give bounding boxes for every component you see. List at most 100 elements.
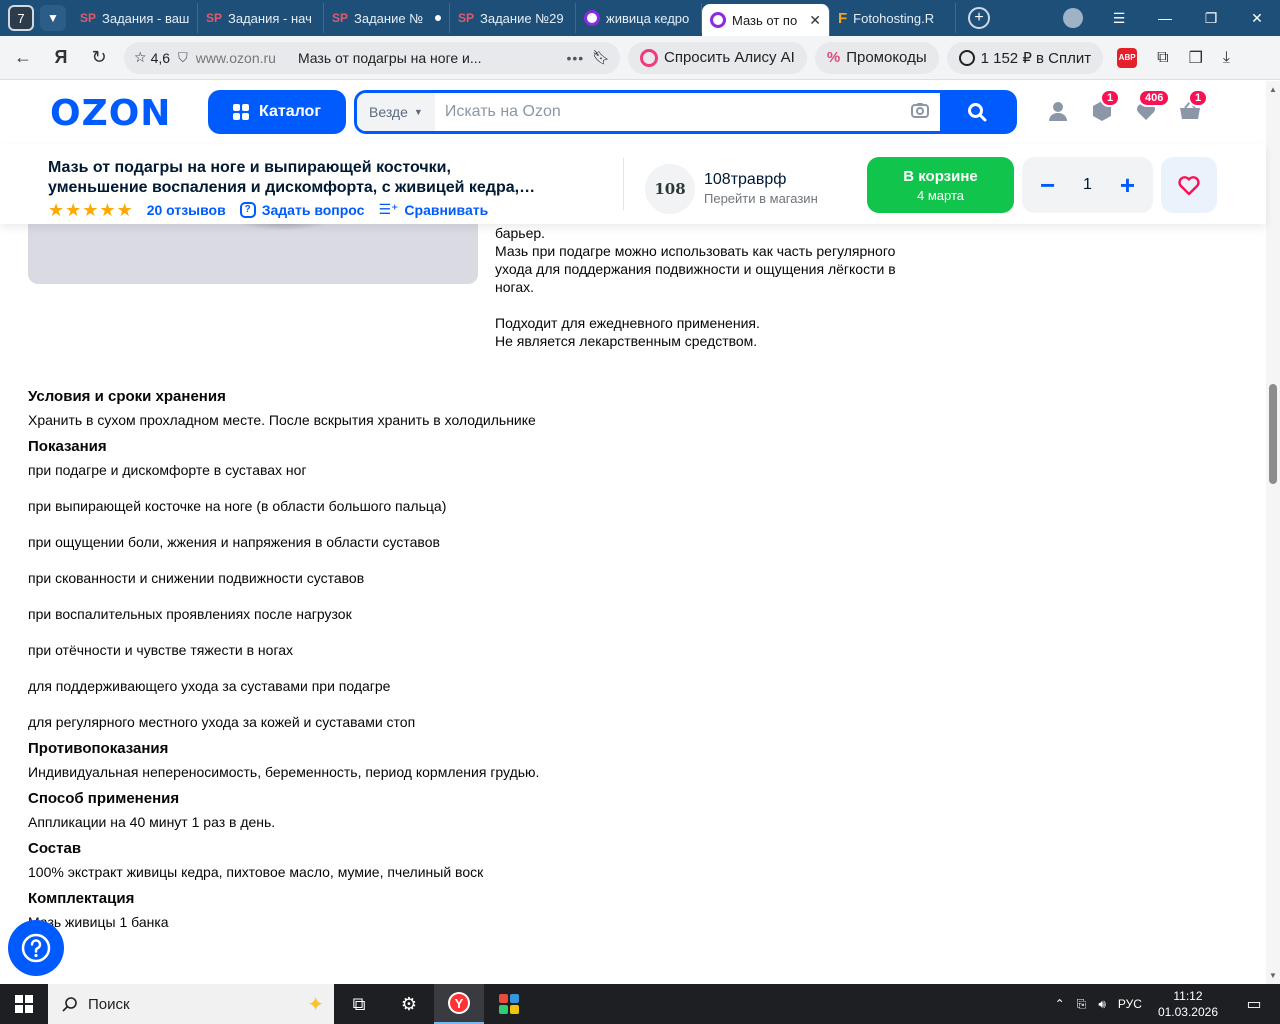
taskbar-search[interactable]: Поиск ✦ [48, 984, 334, 1024]
product-title: Мазь от подагры на ноге и выпирающей кос… [48, 159, 536, 196]
favorites-badge: 406 [1138, 89, 1171, 107]
profile-avatar-icon[interactable] [1063, 8, 1083, 28]
quantity-value: 1 [1083, 176, 1092, 193]
new-tab-plus-icon[interactable]: + [968, 7, 990, 29]
security-shield-icon[interactable]: ⛉ [178, 50, 188, 66]
close-tab-icon[interactable]: ✕ [809, 12, 821, 29]
scroll-down-arrow-icon[interactable]: ▼ [1269, 971, 1277, 980]
list-item: при выпирающей косточке на ноге (в облас… [28, 498, 447, 514]
sparkle-icon: ✦ [307, 994, 324, 1016]
tab-title: Задание № [354, 10, 424, 26]
promo-codes-button[interactable]: % Промокоды [814, 41, 939, 74]
yandex-logo-icon[interactable]: Я [46, 47, 76, 68]
app-grid-icon[interactable] [484, 984, 534, 1024]
site-rating[interactable]: ☆ 4,6 [134, 49, 170, 66]
more-dots-icon[interactable]: ••• [567, 50, 585, 66]
profile-icon[interactable] [1046, 99, 1070, 123]
list-item: для поддерживающего ухода за суставами п… [28, 678, 391, 694]
extensions-puzzle-icon[interactable]: ⧉ [1157, 49, 1168, 67]
question-bubble-icon: ? [239, 201, 256, 218]
minimize-icon[interactable]: — [1142, 10, 1188, 26]
reviews-link[interactable]: 20 отзывов [147, 202, 226, 218]
storage-text: Хранить в сухом прохладном месте. После … [28, 412, 536, 428]
task-view-icon[interactable]: ⧉ [334, 984, 384, 1024]
restore-icon[interactable]: ❐ [1188, 10, 1234, 27]
back-arrow-icon[interactable]: ← [8, 47, 38, 68]
storage-heading: Условия и сроки хранения [28, 388, 226, 405]
in-cart-button[interactable]: В корзине 4 марта [867, 157, 1014, 213]
tab-list-chevron-icon[interactable]: ▼ [40, 5, 66, 31]
grid-icon [233, 104, 249, 120]
go-to-store-link[interactable]: Перейти в магазин [704, 191, 818, 206]
store-name[interactable]: 108траврф [704, 171, 786, 189]
ask-question-link[interactable]: ? Задать вопрос [239, 201, 364, 218]
url-domain: www.ozon.ru [195, 49, 276, 66]
increase-plus-icon[interactable]: + [1120, 172, 1135, 198]
decrease-minus-icon[interactable]: − [1040, 172, 1055, 198]
tab-title: Fotohosting.R [853, 10, 935, 26]
url-page-title: Мазь от подагры на ноге и... [297, 49, 482, 66]
tab-title: Задания - ваш [102, 10, 189, 26]
search-scope-dropdown[interactable]: Везде ▼ [357, 93, 435, 131]
split-button[interactable]: 1 152 ₽ в Сплит [946, 41, 1104, 74]
reload-icon[interactable]: ↻ [84, 47, 114, 68]
svg-text:Y: Y [455, 996, 464, 1011]
window-controls: ☰ — ❐ ✕ [1050, 0, 1280, 36]
product-image[interactable] [28, 224, 478, 284]
adblock-icon[interactable]: ABP [1117, 47, 1138, 68]
tray-chevron-up-icon[interactable]: ⌃ [1055, 997, 1065, 1011]
notifications-icon[interactable]: ▭ [1234, 994, 1274, 1014]
tab-count-button[interactable]: 7 [8, 5, 34, 31]
close-window-icon[interactable]: ✕ [1234, 10, 1280, 27]
page-scrollbar[interactable]: ▲ ▼ [1266, 81, 1280, 984]
search-input[interactable] [434, 103, 900, 121]
list-item: при подагре и дискомфорте в суставах ног [28, 462, 307, 478]
fotohosting-favicon-icon: F [838, 9, 848, 27]
star-icon: ★ [82, 199, 99, 220]
search-icon [62, 997, 77, 1012]
browser-tab[interactable]: SP Задания - нач [198, 3, 324, 33]
volume-icon[interactable]: 🔊︎ [1098, 997, 1106, 1012]
address-bar: ← Я ↻ ☆ 4,6 ⛉ www.ozon.ru Мазь от подагры… [0, 36, 1280, 80]
network-icon[interactable]: ⎘ [1077, 997, 1087, 1012]
clock[interactable]: 11:12 01.03.2026 [1158, 988, 1218, 1020]
windows-start-icon[interactable] [0, 984, 48, 1024]
browser-tab[interactable]: F Fotohosting.R [830, 3, 956, 33]
browser-tab-active[interactable]: Мазь от по ✕ [702, 4, 830, 36]
ask-alice-button[interactable]: Спросить Алису AI [628, 41, 807, 74]
bookmark-icon[interactable]: 🔖︎ [592, 49, 610, 66]
browser-tab[interactable]: SP Задание № [324, 3, 450, 33]
camera-search-icon[interactable] [900, 102, 940, 123]
scroll-up-arrow-icon[interactable]: ▲ [1269, 85, 1277, 94]
ozon-favicon-icon [710, 12, 726, 28]
yandex-browser-icon[interactable]: Y [434, 984, 484, 1024]
ozon-logo[interactable]: OZON [50, 93, 171, 134]
tab-title: Задания - нач [228, 10, 312, 26]
help-button[interactable] [8, 920, 64, 976]
settings-gear-icon[interactable]: ⚙ [384, 984, 434, 1024]
catalog-button[interactable]: Каталог [208, 90, 346, 134]
scrollbar-thumb[interactable] [1269, 384, 1277, 484]
orders-box-icon[interactable]: 1 [1090, 89, 1121, 123]
browser-tab[interactable]: живица кедро [576, 3, 702, 33]
orders-badge: 1 [1100, 89, 1121, 107]
cart-basket-icon[interactable]: 1 [1178, 89, 1209, 123]
compare-link[interactable]: ☰⁺ Сравнивать [378, 201, 488, 218]
heart-outline-icon [1178, 176, 1200, 196]
header-icons: 1 406 1 [1046, 89, 1209, 123]
sp-favicon-icon: SP [458, 11, 475, 25]
browser-menu-icon[interactable]: ☰ [1096, 10, 1142, 27]
caret-down-icon: ▼ [413, 107, 423, 117]
favorites-heart-icon[interactable]: 406 [1134, 89, 1171, 123]
rating-stars: ★ ★ ★ ★ ★ [48, 199, 133, 220]
search-submit-button[interactable] [940, 93, 1014, 131]
star-icon: ★ [65, 199, 82, 220]
browser-tab[interactable]: SP Задания - ваш [72, 3, 198, 33]
browser-tab[interactable]: SP Задание №29 [450, 3, 576, 33]
store-logo[interactable]: 108 [645, 164, 695, 214]
download-icon[interactable]: ⤓ [1223, 49, 1230, 67]
add-to-favorites-button[interactable] [1161, 157, 1217, 213]
language-indicator[interactable]: РУС [1118, 997, 1142, 1011]
collections-icon[interactable]: ❒ [1189, 48, 1203, 68]
url-field[interactable]: ☆ 4,6 ⛉ www.ozon.ru Мазь от подагры на но… [124, 41, 620, 74]
